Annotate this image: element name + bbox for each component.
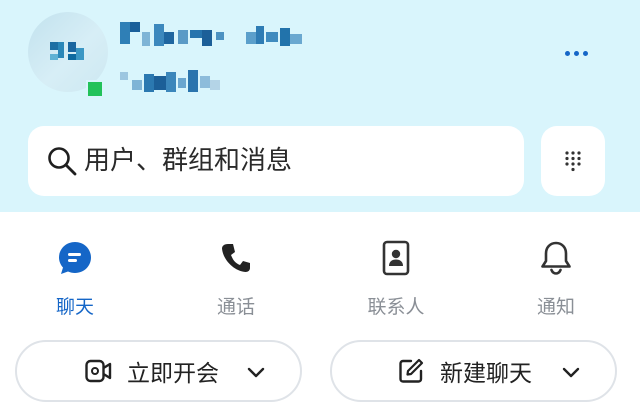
video-camera-icon — [85, 359, 112, 383]
tab-chat[interactable]: 聊天 — [15, 230, 135, 320]
ellipsis-icon — [564, 50, 570, 56]
tab-contacts[interactable]: 联系人 — [336, 230, 456, 320]
phone-icon — [222, 244, 250, 272]
compose-icon — [399, 358, 424, 383]
more-options-button[interactable] — [556, 40, 596, 66]
search-icon — [48, 147, 77, 176]
tab-label: 聊天 — [55, 296, 94, 318]
bottom-tab-bar: 聊天 通话 联系人 通知 — [0, 230, 640, 320]
bell-icon — [541, 241, 571, 275]
chevron-down-icon — [562, 367, 580, 378]
contacts-book-icon — [382, 240, 410, 276]
profile-header — [0, 0, 640, 212]
avatar-initials-blurred — [48, 40, 88, 64]
profile-name-blurred — [120, 20, 310, 48]
search-input[interactable] — [84, 141, 504, 181]
chevron-down-icon — [247, 367, 265, 378]
dialpad-icon — [565, 151, 581, 172]
new-chat-button[interactable]: 新建聊天 — [330, 340, 617, 402]
search-bar[interactable] — [28, 126, 524, 196]
presence-status-indicator — [86, 80, 104, 98]
meet-now-button[interactable]: 立即开会 — [15, 340, 302, 402]
new-chat-label: 新建聊天 — [440, 361, 532, 387]
meet-now-label: 立即开会 — [127, 361, 219, 387]
tab-label: 通知 — [536, 296, 575, 318]
chat-bubble-icon — [59, 242, 91, 274]
tab-label: 联系人 — [367, 296, 425, 318]
tab-calls[interactable]: 通话 — [176, 230, 296, 320]
tab-notifications[interactable]: 通知 — [496, 230, 616, 320]
dialpad-button[interactable] — [541, 126, 605, 196]
tab-label: 通话 — [216, 296, 255, 318]
profile-status-blurred[interactable] — [120, 66, 230, 96]
